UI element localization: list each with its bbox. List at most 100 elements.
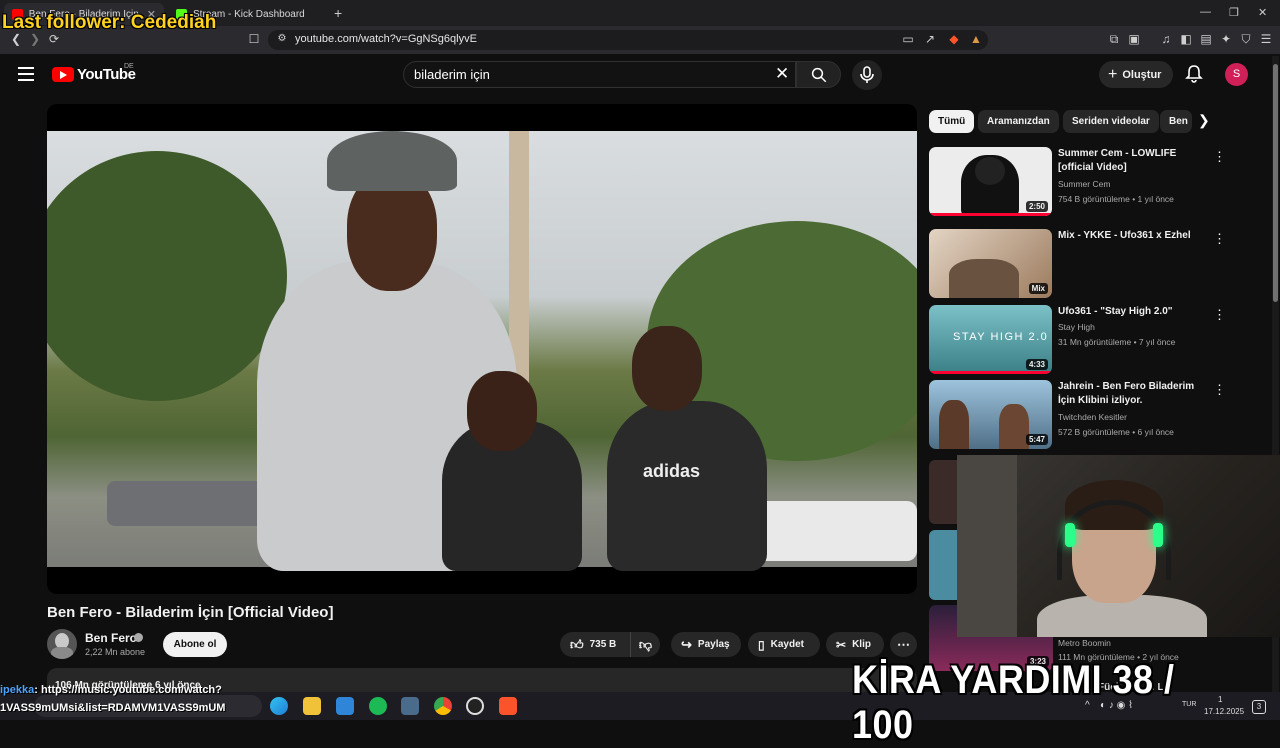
more-horizontal-icon: ⋯ [897,636,910,652]
brave-shields-icon[interactable]: ◆ [946,31,962,47]
reader-icon[interactable]: ▣ [1126,31,1142,47]
notification-center-icon[interactable]: 3 [1252,700,1266,714]
bookmark-icon[interactable]: ☐ [246,31,262,47]
share-page-icon[interactable]: ↗ [922,31,938,47]
headset-light-left [1065,523,1075,547]
video-thumbnail[interactable]: STAY HIGH 2.0 4:33 [929,305,1052,374]
chat-username: ipekka [0,684,35,696]
calculator-icon[interactable] [401,697,419,715]
like-button[interactable]: 👍︎ 735 B [560,632,630,657]
watch-progress-bar [929,371,1052,374]
video-thumbnail[interactable] [929,530,957,600]
plus-icon: + [1108,65,1118,83]
video-thumbnail[interactable]: Mix [929,229,1052,298]
like-count: 735 B [589,639,617,650]
thumbs-down-icon: 👎︎ [638,636,653,652]
obs-icon[interactable] [466,697,484,715]
chrome-icon[interactable] [434,697,452,715]
thumbs-up-icon: 👍︎ [570,636,584,652]
extensions-icon[interactable]: ⧉ [1106,31,1122,47]
recommendation-channel[interactable]: Metro Boomin [1058,638,1111,648]
video-thumbnail[interactable]: 5:47 [929,380,1052,449]
recommendation-meta: 754 B görüntüleme • 1 yıl önce [1058,194,1174,204]
recommendation-title[interactable]: Jahrein - Ben Fero Biladerim İçin Klibin… [1058,380,1208,408]
more-actions-button[interactable]: ⋯ [890,632,917,657]
leo-ai-icon[interactable]: ✦ [1218,31,1234,47]
person-adidas-top [607,401,767,571]
channel-name[interactable]: Ben Fero [85,631,137,645]
search-query-text[interactable]: biladerim için [414,67,490,82]
video-player[interactable]: adidas [47,104,917,594]
save-button[interactable]: ▯ Kaydet [748,632,820,657]
chat-message: ipekka: https://music.youtube.com/watch? [0,684,222,696]
subscriber-count: 2,22 Mn abone [85,647,146,657]
chip-ben[interactable]: Ben [1160,110,1192,133]
spotify-icon[interactable] [369,697,387,715]
close-window-icon[interactable]: ✕ [1258,6,1267,19]
chat-message-continuation: 1VASS9mUMsi&list=RDAMVM1VASS9mUM [0,702,226,714]
recommendation-channel[interactable]: Summer Cem [1058,179,1110,189]
share-button[interactable]: ↪ Paylaş [671,632,741,657]
recommendation-item[interactable]: 5:47 Jahrein - Ben Fero Biladerim İçin K… [929,380,1269,450]
recommendation-channel[interactable]: Twitchden Kesitler [1058,412,1127,422]
hamburger-menu-icon[interactable] [18,67,34,81]
recommendation-title[interactable]: Mix - YKKE - Ufo361 x Ezhel [1058,229,1208,243]
chip-series-videos[interactable]: Seriden videolar [1063,110,1159,133]
more-vertical-icon[interactable]: ⋮ [1213,231,1226,247]
channel-avatar[interactable] [47,629,77,659]
sidebar-toggle-icon[interactable]: ◧ [1178,31,1194,47]
mix-badge: Mix [1028,283,1048,294]
scrollbar-thumb[interactable] [1273,64,1278,302]
save-label: Kaydet [770,639,804,650]
country-code: DE [124,63,134,70]
brave-icon[interactable] [499,697,517,715]
wallet-icon[interactable]: ▤ [1198,31,1214,47]
last-follower-overlay: Last follower: Cedediah [2,12,217,33]
more-vertical-icon[interactable]: ⋮ [1213,382,1226,398]
minimize-icon[interactable]: — [1200,6,1211,18]
store-icon[interactable] [336,697,354,715]
more-vertical-icon[interactable]: ⋮ [1213,149,1226,165]
webcam-overlay [957,455,1280,637]
brave-rewards-icon[interactable]: ▲ [968,31,984,47]
file-explorer-icon[interactable] [303,697,321,715]
recommendation-channel[interactable]: Stay High [1058,322,1095,332]
recommendation-title[interactable]: Ufo361 - "Stay High 2.0" [1058,305,1208,319]
notifications-bell-icon[interactable] [1184,64,1204,84]
clip-button[interactable]: ✂ Klip [826,632,884,657]
new-tab-button[interactable]: + [334,5,342,21]
youtube-logo[interactable]: YouTube [52,66,136,83]
video-frame-image: adidas [47,131,917,571]
subscribe-button[interactable]: Abone ol [163,632,227,657]
chevron-right-icon[interactable]: ❯ [1198,112,1210,129]
vpn-icon[interactable]: ⛉ [1238,31,1254,47]
cast-icon[interactable]: ▭ [900,31,916,47]
more-vertical-icon[interactable]: ⋮ [1213,307,1226,323]
watch-progress-bar [929,213,1052,216]
site-info-icon[interactable]: ⚙ [274,31,290,47]
account-avatar[interactable]: S [1225,63,1248,86]
recommendation-item[interactable]: 2:50 Summer Cem - LOWLIFE [official Vide… [929,147,1269,217]
dislike-button[interactable]: 👎︎ [630,632,660,657]
video-title: Ben Fero - Biladerim İçin [Official Vide… [47,604,334,621]
search-button[interactable] [796,61,841,88]
video-thumbnail[interactable]: 2:50 [929,147,1052,216]
music-icon[interactable]: ♫ [1158,31,1174,47]
bookmark-save-icon: ▯ [758,637,765,652]
chip-all[interactable]: Tümü [929,110,975,133]
recommendation-item[interactable]: STAY HIGH 2.0 4:33 Ufo361 - "Stay High 2… [929,305,1269,375]
edge-icon[interactable] [270,697,288,715]
browser-menu-icon[interactable]: ☰ [1258,31,1274,47]
voice-search-button[interactable] [852,60,882,90]
video-thumbnail[interactable] [929,460,957,524]
url-text[interactable]: youtube.com/watch?v=GgNSg6qlyvE [295,33,477,45]
share-arrow-icon: ↪ [681,636,692,652]
chip-from-search[interactable]: Aramanızdan [978,110,1059,133]
verified-badge-icon [134,633,143,642]
create-button[interactable]: + Oluştur [1099,61,1173,88]
maximize-icon[interactable]: ❐ [1229,6,1239,19]
recommendation-title[interactable]: Summer Cem - LOWLIFE [official Video] [1058,147,1208,175]
thumbnail-text: STAY HIGH 2.0 [953,331,1049,343]
recommendation-item[interactable]: Mix Mix - YKKE - Ufo361 x Ezhel ⋮ [929,229,1269,299]
clear-search-icon[interactable]: ✕ [775,64,789,84]
